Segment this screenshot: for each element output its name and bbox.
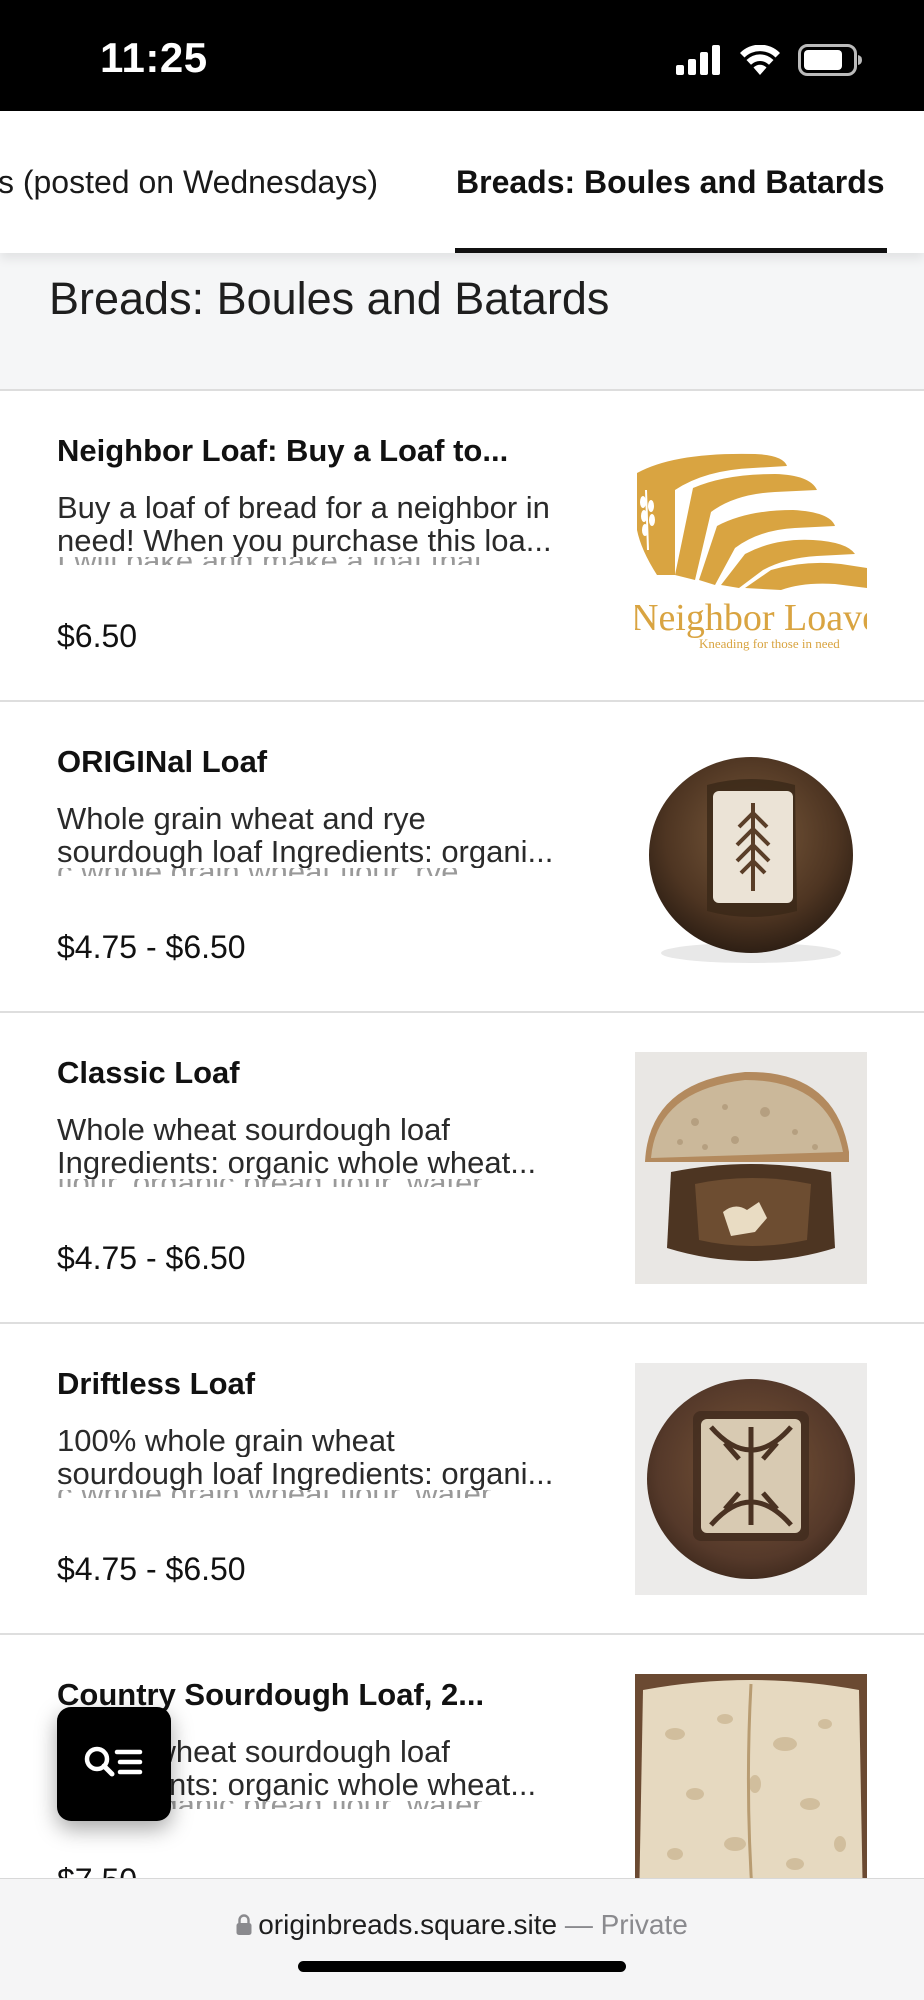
product-description: Buy a loaf of bread for a neighbor in ne… <box>57 491 599 565</box>
product-image-original-loaf <box>635 741 867 973</box>
product-description-line: Ingredients: organic whole wheat... <box>57 1146 537 1179</box>
product-image-classic-loaf <box>635 1052 867 1284</box>
boule-wheat-stencil-photo <box>635 741 867 973</box>
product-description-line: Whole grain wheat and rye <box>57 802 426 835</box>
product-image-driftless-loaf <box>635 1363 867 1595</box>
product-description: 100% whole grain wheat sourdough loaf In… <box>57 1424 599 1498</box>
logo-wordmark: Neighbor Loaves <box>635 597 867 639</box>
search-menu-button[interactable] <box>57 1707 171 1821</box>
url-row: originbreads.square.site — Private <box>0 1909 924 1941</box>
cellular-signal-icon <box>676 45 722 75</box>
product-card-classic-loaf[interactable]: Classic Loaf Whole wheat sourdough loaf … <box>0 1013 924 1324</box>
product-description-line: Whole wheat sourdough loaf <box>57 1113 450 1146</box>
product-card-neighbor-loaf[interactable]: Neighbor Loaf: Buy a Loaf to... Buy a lo… <box>0 391 924 702</box>
product-name: Neighbor Loaf: Buy a Loaf to... <box>57 433 509 468</box>
url-host: originbreads.square.site <box>258 1909 558 1940</box>
product-price: $4.75 - $6.50 <box>57 1551 246 1587</box>
active-tab-indicator <box>455 248 887 253</box>
product-image-neighbor-loaves-logo: Neighbor Loaves Kneading for those in ne… <box>635 430 867 662</box>
neighbor-loaves-logo: Neighbor Loaves Kneading for those in ne… <box>635 430 867 662</box>
category-tabs: Specials (posted on Wednesdays) Breads: … <box>0 111 924 253</box>
product-price: $4.75 - $6.50 <box>57 1240 246 1276</box>
product-description-line: need! When you purchase this loa... <box>57 524 552 557</box>
product-name: ORIGINal Loaf <box>57 744 268 779</box>
logo-tagline: Kneading for those in need <box>699 636 840 651</box>
section-title: Breads: Boules and Batards <box>49 273 610 324</box>
private-label: Private <box>600 1909 688 1940</box>
url-separator: — <box>557 1909 601 1940</box>
browser-address-bar[interactable]: originbreads.square.site — Private <box>0 1878 924 2000</box>
home-indicator <box>298 1961 626 1972</box>
battery-icon <box>798 44 864 76</box>
product-description-line: c whole grain wheat flour, water <box>57 1490 599 1498</box>
product-description-line: sourdough loaf Ingredients: organi... <box>57 835 554 868</box>
product-description-line: Buy a loaf of bread for a neighbor in <box>57 491 550 524</box>
tab-breads-boules-batards[interactable]: Breads: Boules and Batards <box>456 111 885 253</box>
wifi-icon <box>740 45 780 75</box>
product-description-line: I will bake and make a loaf that <box>57 557 599 565</box>
product-name: Driftless Loaf <box>57 1366 256 1401</box>
product-price: $6.50 <box>57 618 138 654</box>
product-description-line: sourdough loaf Ingredients: organi... <box>57 1457 554 1490</box>
search-list-icon <box>84 1744 144 1785</box>
crumb-closeup-photo <box>635 1674 867 1906</box>
product-description-line: 100% whole grain wheat <box>57 1424 395 1457</box>
product-image-country-sourdough-loaf <box>635 1674 867 1906</box>
product-name: Classic Loaf <box>57 1055 240 1090</box>
status-bar: 11:25 <box>0 0 924 111</box>
tab-specials[interactable]: Specials (posted on Wednesdays) <box>0 111 378 253</box>
status-icons <box>676 44 864 76</box>
section-header: Breads: Boules and Batards <box>0 253 924 391</box>
product-card-original-loaf[interactable]: ORIGINal Loaf Whole grain wheat and rye … <box>0 702 924 1013</box>
status-time: 11:25 <box>100 34 208 81</box>
product-description: Whole wheat sourdough loaf Ingredients: … <box>57 1113 599 1187</box>
product-description: Whole grain wheat and rye sourdough loaf… <box>57 802 599 876</box>
product-description-line: flour, organic bread flour, water <box>57 1179 599 1187</box>
sliced-loaf-photo <box>635 1052 867 1284</box>
product-price: $4.75 - $6.50 <box>57 929 246 965</box>
boule-scored-pattern-photo <box>635 1363 867 1595</box>
product-card-driftless-loaf[interactable]: Driftless Loaf 100% whole grain wheat so… <box>0 1324 924 1635</box>
lock-icon <box>236 1914 252 1936</box>
product-description-line: c whole grain wheat flour, rye <box>57 868 599 876</box>
